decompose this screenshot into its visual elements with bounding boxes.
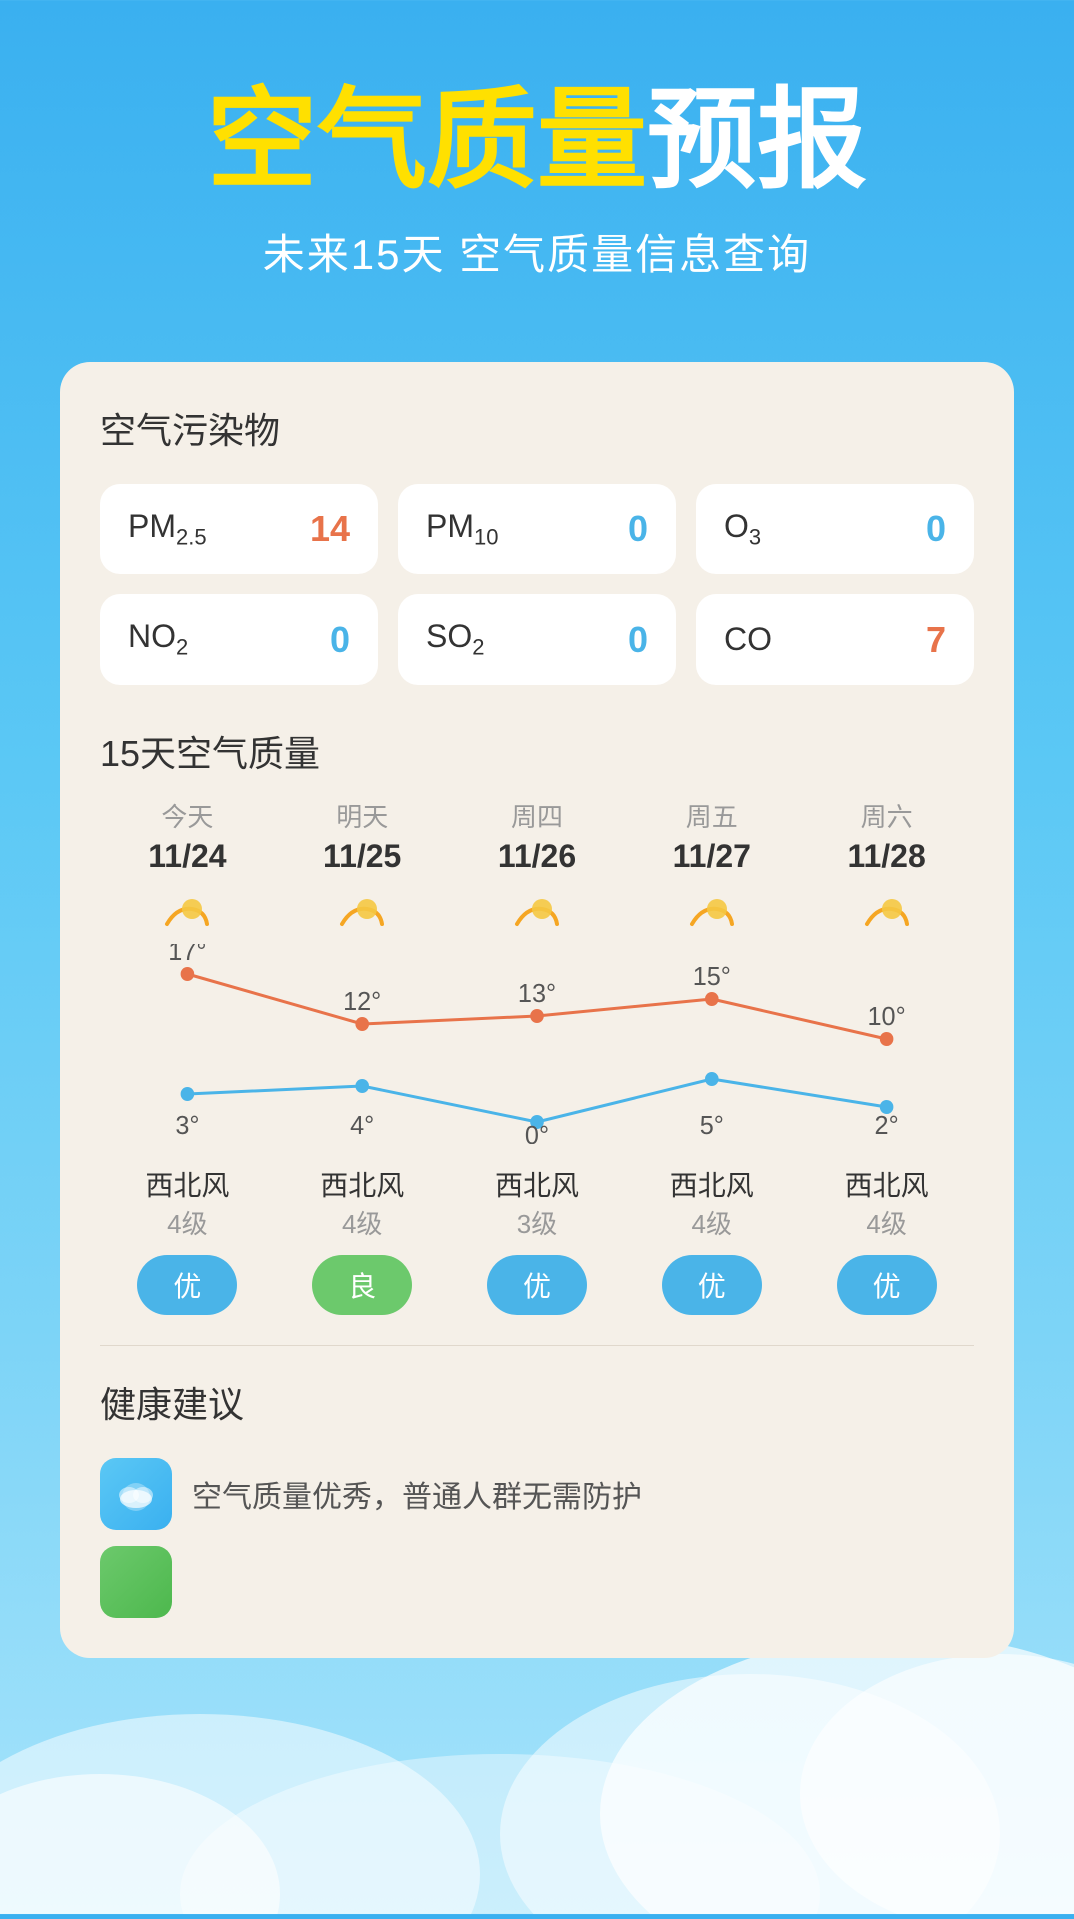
- health-item: 空气质量优秀，普通人群无需防护: [100, 1458, 974, 1530]
- weather-icon-2: [507, 889, 567, 934]
- wind-dir-1: 西北风: [320, 1164, 404, 1204]
- days-header-grid: 今天 11/24 明天 11/25 周四 11/26 周五 11: [100, 797, 974, 934]
- pollutant-o3-name: O3: [724, 508, 761, 550]
- health-title: 健康建议: [100, 1376, 974, 1428]
- day-label-4: 周六: [861, 797, 913, 834]
- wind-level-2: 3级: [517, 1204, 557, 1241]
- pollutant-o3-value: 0: [926, 508, 946, 550]
- title-white: 预报: [647, 79, 867, 202]
- pollutant-no2-name: NO2: [128, 618, 188, 660]
- pollutant-no2-value: 0: [330, 619, 350, 661]
- day-label-3: 周五: [686, 797, 738, 834]
- cloud-icon: [111, 1469, 161, 1519]
- wind-dir-3: 西北风: [670, 1164, 754, 1204]
- day-date-3: 11/27: [673, 838, 751, 875]
- wind-level-4: 4级: [866, 1204, 906, 1241]
- weather-icon-0: [157, 889, 217, 934]
- main-title: 空气质量预报: [60, 80, 1014, 201]
- title-highlight: 空气质量: [207, 79, 647, 202]
- pollutant-so2-name: SO2: [426, 618, 484, 660]
- svg-text:3°: 3°: [175, 1111, 199, 1139]
- pollutant-pm10: PM10 0: [398, 484, 676, 574]
- wind-dir-2: 西北风: [495, 1164, 579, 1204]
- header-section: 空气质量预报 未来15天 空气质量信息查询: [0, 0, 1074, 322]
- weather-icon-1: [332, 889, 392, 934]
- svg-text:15°: 15°: [693, 962, 731, 990]
- pollutant-pm25-name: PM2.5: [128, 508, 207, 550]
- day-label-2: 周四: [511, 797, 563, 834]
- day-date-2: 11/26: [498, 838, 576, 875]
- pollutant-so2: SO2 0: [398, 594, 676, 684]
- health-section: 健康建议 空气质量优秀，普通人群无需防护: [100, 1345, 974, 1618]
- day-col-2: 周四 11/26: [450, 797, 625, 934]
- wind-dir-4: 西北风: [845, 1164, 929, 1204]
- quality-badge-1: 良: [312, 1255, 412, 1315]
- pollutant-no2: NO2 0: [100, 594, 378, 684]
- svg-text:13°: 13°: [518, 979, 556, 1007]
- svg-text:0°: 0°: [525, 1121, 549, 1143]
- day-date-0: 11/24: [148, 838, 226, 875]
- pollutant-so2-value: 0: [628, 619, 648, 661]
- pollutant-co: CO 7: [696, 594, 974, 684]
- day-col-3: 周五 11/27: [624, 797, 799, 934]
- quality-badge-2: 优: [487, 1255, 587, 1315]
- pollutants-grid: PM2.5 14 PM10 0 O3 0 NO2 0 SO2 0 CO 7: [100, 484, 974, 685]
- subtitle: 未来15天 空气质量信息查询: [60, 221, 1014, 282]
- pollutants-title: 空气污染物: [100, 402, 974, 454]
- day-label-1: 明天: [336, 797, 388, 834]
- wind-dir-0: 西北风: [145, 1164, 229, 1204]
- day-col-0: 今天 11/24: [100, 797, 275, 934]
- wind-item-0: 西北风 4级 优: [100, 1164, 275, 1315]
- quality-badge-3: 优: [662, 1255, 762, 1315]
- weather-icon-3: [682, 889, 742, 934]
- health-app-icon: [100, 1458, 172, 1530]
- day-date-4: 11/28: [847, 838, 925, 875]
- pollutant-o3: O3 0: [696, 484, 974, 574]
- weather-icon-4: [857, 889, 917, 934]
- health-advice-text: 空气质量优秀，普通人群无需防护: [192, 1472, 642, 1516]
- svg-text:4°: 4°: [350, 1111, 374, 1139]
- pollutant-pm10-name: PM10: [426, 508, 498, 550]
- pollutant-pm10-value: 0: [628, 508, 648, 550]
- day-col-1: 明天 11/25: [275, 797, 450, 934]
- forecast-title: 15天空气质量: [100, 725, 974, 777]
- wind-item-2: 西北风 3级 优: [450, 1164, 625, 1315]
- main-card: 空气污染物 PM2.5 14 PM10 0 O3 0 NO2 0 SO2 0 C…: [60, 362, 1014, 1658]
- day-date-1: 11/25: [323, 838, 401, 875]
- svg-text:5°: 5°: [700, 1111, 724, 1139]
- pollutant-pm25: PM2.5 14: [100, 484, 378, 574]
- svg-text:2°: 2°: [875, 1111, 899, 1139]
- wind-level-1: 4级: [342, 1204, 382, 1241]
- pollutant-pm25-value: 14: [310, 508, 350, 550]
- pollutant-co-name: CO: [724, 621, 772, 658]
- quality-badge-0: 优: [137, 1255, 237, 1315]
- pollutant-co-value: 7: [926, 619, 946, 661]
- quality-badge-4: 优: [837, 1255, 937, 1315]
- wind-level-3: 4级: [692, 1204, 732, 1241]
- day-col-4: 周六 11/28: [799, 797, 974, 934]
- temperature-chart: 17° 12° 13° 15° 10° 3° 4° 0° 5° 2°: [100, 944, 974, 1144]
- svg-text:12°: 12°: [343, 987, 381, 1015]
- wind-item-1: 西北风 4级 良: [275, 1164, 450, 1315]
- day-label-0: 今天: [161, 797, 213, 834]
- svg-text:10°: 10°: [868, 1002, 906, 1030]
- wind-row: 西北风 4级 优 西北风 4级 良 西北风 3级 优 西北风 4级 优 西北风 …: [100, 1164, 974, 1315]
- health-icon-2: [100, 1546, 172, 1618]
- wind-level-0: 4级: [167, 1204, 207, 1241]
- wind-item-3: 西北风 4级 优: [624, 1164, 799, 1315]
- health-badge-row: [100, 1546, 974, 1618]
- wind-item-4: 西北风 4级 优: [799, 1164, 974, 1315]
- svg-text:17°: 17°: [168, 944, 206, 966]
